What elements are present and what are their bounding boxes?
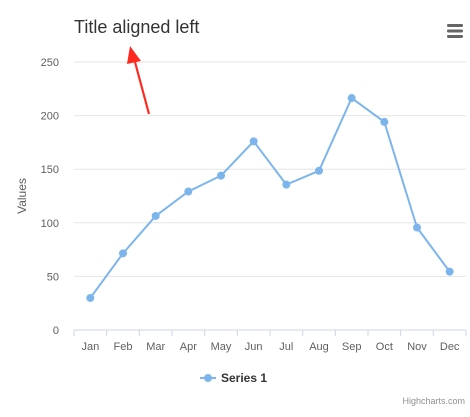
y-tick-label: 150 (41, 164, 59, 176)
x-tick-label: Aug (309, 341, 329, 353)
credits-link[interactable]: Highcharts.com (402, 396, 465, 406)
x-axis-labels: Jan Feb Mar Apr May Jun Jul Aug Sep Oct Nov Dec (73, 330, 467, 353)
data-point[interactable] (151, 211, 160, 220)
x-tick-label: Oct (376, 341, 393, 353)
legend[interactable]: Series 1 (200, 371, 267, 385)
data-point[interactable] (217, 171, 225, 180)
x-tick-label: Jul (279, 341, 293, 353)
data-point[interactable] (249, 137, 258, 146)
x-tick-label: Jan (81, 341, 99, 353)
data-point[interactable] (413, 223, 421, 232)
data-point[interactable] (347, 94, 356, 103)
chart-svg: Title aligned left 0 50 100 150 200 250 Jan Fe… (15, 17, 467, 406)
y-tick-label: 200 (41, 111, 59, 123)
series-1[interactable] (86, 94, 454, 302)
x-tick-label: Dec (440, 341, 460, 353)
x-tick-label: Sep (342, 341, 362, 353)
data-point[interactable] (380, 117, 389, 126)
arrow-head (127, 46, 141, 64)
data-point[interactable] (315, 166, 323, 175)
x-tick-label: Mar (146, 341, 165, 353)
data-point[interactable] (282, 180, 291, 189)
y-tick-label: 250 (41, 57, 59, 69)
data-point[interactable] (86, 293, 95, 302)
menu-button[interactable] (444, 21, 464, 41)
y-tick-label: 100 (41, 218, 59, 230)
data-point[interactable] (445, 267, 454, 276)
y-tick-label: 0 (53, 325, 59, 337)
x-tick-label: Apr (180, 341, 197, 353)
hamburger-menu-icon (447, 24, 463, 38)
series-line (89, 97, 451, 299)
legend-item-series-1[interactable]: Series 1 (221, 371, 267, 385)
y-axis-labels: 0 50 100 150 200 250 (41, 57, 59, 337)
y-axis-title: Values (15, 178, 29, 214)
data-point[interactable] (184, 187, 193, 196)
legend-symbol-marker (204, 374, 212, 382)
y-tick-label: 50 (47, 271, 59, 283)
x-tick-label: Nov (407, 341, 427, 353)
annotation-arrow (127, 46, 151, 115)
arrow-shaft (133, 61, 151, 115)
x-tick-label: Feb (114, 341, 133, 353)
data-point[interactable] (119, 249, 127, 258)
x-tick-label: Jun (245, 341, 263, 353)
x-tick-label: May (211, 341, 232, 353)
chart-title: Title aligned left (74, 17, 199, 37)
